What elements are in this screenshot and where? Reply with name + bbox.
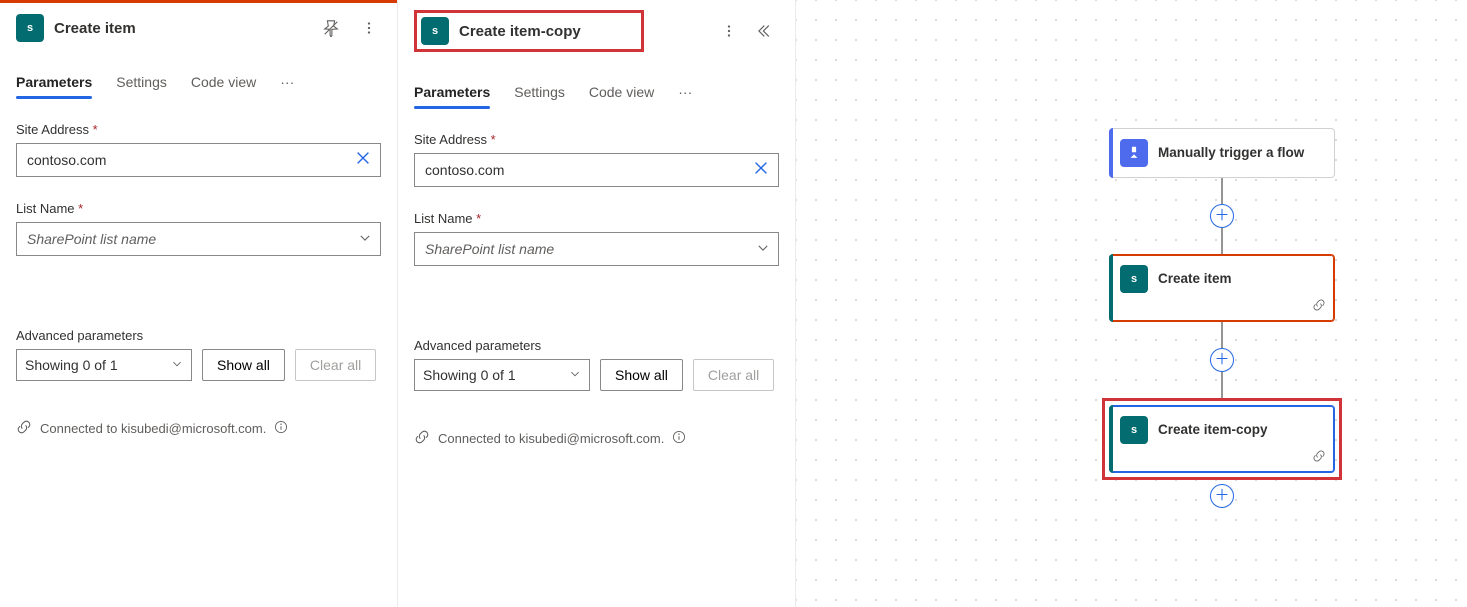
tab-settings[interactable]: Settings (116, 70, 167, 98)
site-address-label-text: Site Address (414, 132, 487, 147)
highlight-box: s Create item-copy (1102, 398, 1342, 480)
card-title: Manually trigger a flow (1158, 144, 1304, 162)
advanced-select[interactable]: Showing 0 of 1 (16, 349, 192, 381)
show-all-button[interactable]: Show all (600, 359, 683, 391)
clear-icon[interactable] (752, 159, 770, 182)
flow-canvas[interactable]: Manually trigger a flow ＋ s Create item … (796, 0, 1467, 607)
advanced-parameters-row: Showing 0 of 1 Show all Clear all (414, 359, 779, 391)
connector-line (1221, 322, 1223, 348)
list-name-label: List Name * (16, 201, 381, 216)
panel-title: Create item (54, 20, 309, 37)
list-name-label: List Name * (414, 211, 779, 226)
card-accent (1109, 128, 1113, 178)
accent-bar (0, 0, 397, 3)
site-address-label-text: Site Address (16, 122, 89, 137)
link-icon (16, 419, 32, 438)
sharepoint-icon: s (421, 17, 449, 45)
tab-parameters[interactable]: Parameters (16, 70, 92, 98)
add-step-button[interactable]: ＋ (1210, 204, 1234, 228)
more-icon[interactable] (357, 16, 381, 40)
site-address-field[interactable] (16, 143, 381, 177)
tab-codeview[interactable]: Code view (589, 80, 654, 108)
sharepoint-icon: s (1120, 265, 1148, 293)
unpin-icon[interactable] (319, 16, 343, 40)
tab-overflow[interactable]: ··· (678, 80, 692, 108)
panel-header: s Create item (16, 0, 381, 56)
list-name-label-text: List Name (16, 201, 75, 216)
tab-overflow[interactable]: ··· (280, 70, 294, 98)
connection-info: Connected to kisubedi@microsoft.com. (414, 429, 779, 448)
chevron-down-icon[interactable] (756, 241, 770, 258)
sharepoint-icon: s (1120, 416, 1148, 444)
show-all-button[interactable]: Show all (202, 349, 285, 381)
site-address-field[interactable] (414, 153, 779, 187)
site-address-label: Site Address * (414, 132, 779, 147)
tabs: Parameters Settings Code view ··· (16, 70, 381, 98)
card-title: Create item-copy (1158, 421, 1268, 439)
clear-all-button: Clear all (693, 359, 774, 391)
card-title: Create item (1158, 270, 1232, 288)
chevron-down-icon (569, 367, 581, 383)
connector-line (1221, 228, 1223, 254)
connector-line (1221, 372, 1223, 398)
tab-parameters[interactable]: Parameters (414, 80, 490, 108)
list-name-input[interactable] (25, 230, 350, 248)
action-card-create-item[interactable]: s Create item (1109, 254, 1335, 322)
advanced-select-text: Showing 0 of 1 (25, 357, 118, 373)
connection-text: Connected to kisubedi@microsoft.com. (40, 421, 266, 436)
panel-header: s Create item-copy (414, 0, 779, 66)
header-actions (319, 16, 381, 40)
site-address-input[interactable] (25, 151, 346, 169)
connection-info: Connected to kisubedi@microsoft.com. (16, 419, 381, 438)
connection-text: Connected to kisubedi@microsoft.com. (438, 431, 664, 446)
site-address-input[interactable] (423, 161, 744, 179)
advanced-parameters-label: Advanced parameters (414, 338, 779, 353)
chevron-down-icon (171, 357, 183, 373)
clear-all-button: Clear all (295, 349, 376, 381)
link-icon (414, 429, 430, 448)
header-actions (717, 19, 779, 43)
advanced-parameters-label: Advanced parameters (16, 328, 381, 343)
tab-settings[interactable]: Settings (514, 80, 565, 108)
site-address-label: Site Address * (16, 122, 381, 137)
list-name-field[interactable] (414, 232, 779, 266)
tabs: Parameters Settings Code view ··· (414, 80, 779, 108)
advanced-select-text: Showing 0 of 1 (423, 367, 516, 383)
action-card-create-item-copy[interactable]: s Create item-copy (1109, 405, 1335, 473)
collapse-icon[interactable] (755, 19, 779, 43)
sharepoint-icon: s (16, 14, 44, 42)
trigger-icon (1120, 139, 1148, 167)
add-step-button[interactable]: ＋ (1210, 484, 1234, 508)
list-name-label-text: List Name (414, 211, 473, 226)
list-name-field[interactable] (16, 222, 381, 256)
clear-icon[interactable] (354, 149, 372, 172)
card-accent (1109, 405, 1113, 473)
link-icon (1312, 449, 1326, 466)
panel-create-item: s Create item Parameters Settings Code v… (0, 0, 398, 607)
tab-codeview[interactable]: Code view (191, 70, 256, 98)
connector-line (1221, 178, 1223, 204)
panel-create-item-copy: s Create item-copy Parameters Settings C… (398, 0, 796, 607)
add-step-button[interactable]: ＋ (1210, 348, 1234, 372)
advanced-parameters-row: Showing 0 of 1 Show all Clear all (16, 349, 381, 381)
panel-title: Create item-copy (459, 23, 581, 40)
list-name-input[interactable] (423, 240, 748, 258)
trigger-card[interactable]: Manually trigger a flow (1109, 128, 1335, 178)
more-icon[interactable] (717, 19, 741, 43)
info-icon[interactable] (672, 430, 686, 447)
flow-layout: Manually trigger a flow ＋ s Create item … (1102, 128, 1342, 508)
card-accent (1109, 254, 1113, 322)
advanced-select[interactable]: Showing 0 of 1 (414, 359, 590, 391)
chevron-down-icon[interactable] (358, 231, 372, 248)
link-icon (1312, 298, 1326, 315)
info-icon[interactable] (274, 420, 288, 437)
